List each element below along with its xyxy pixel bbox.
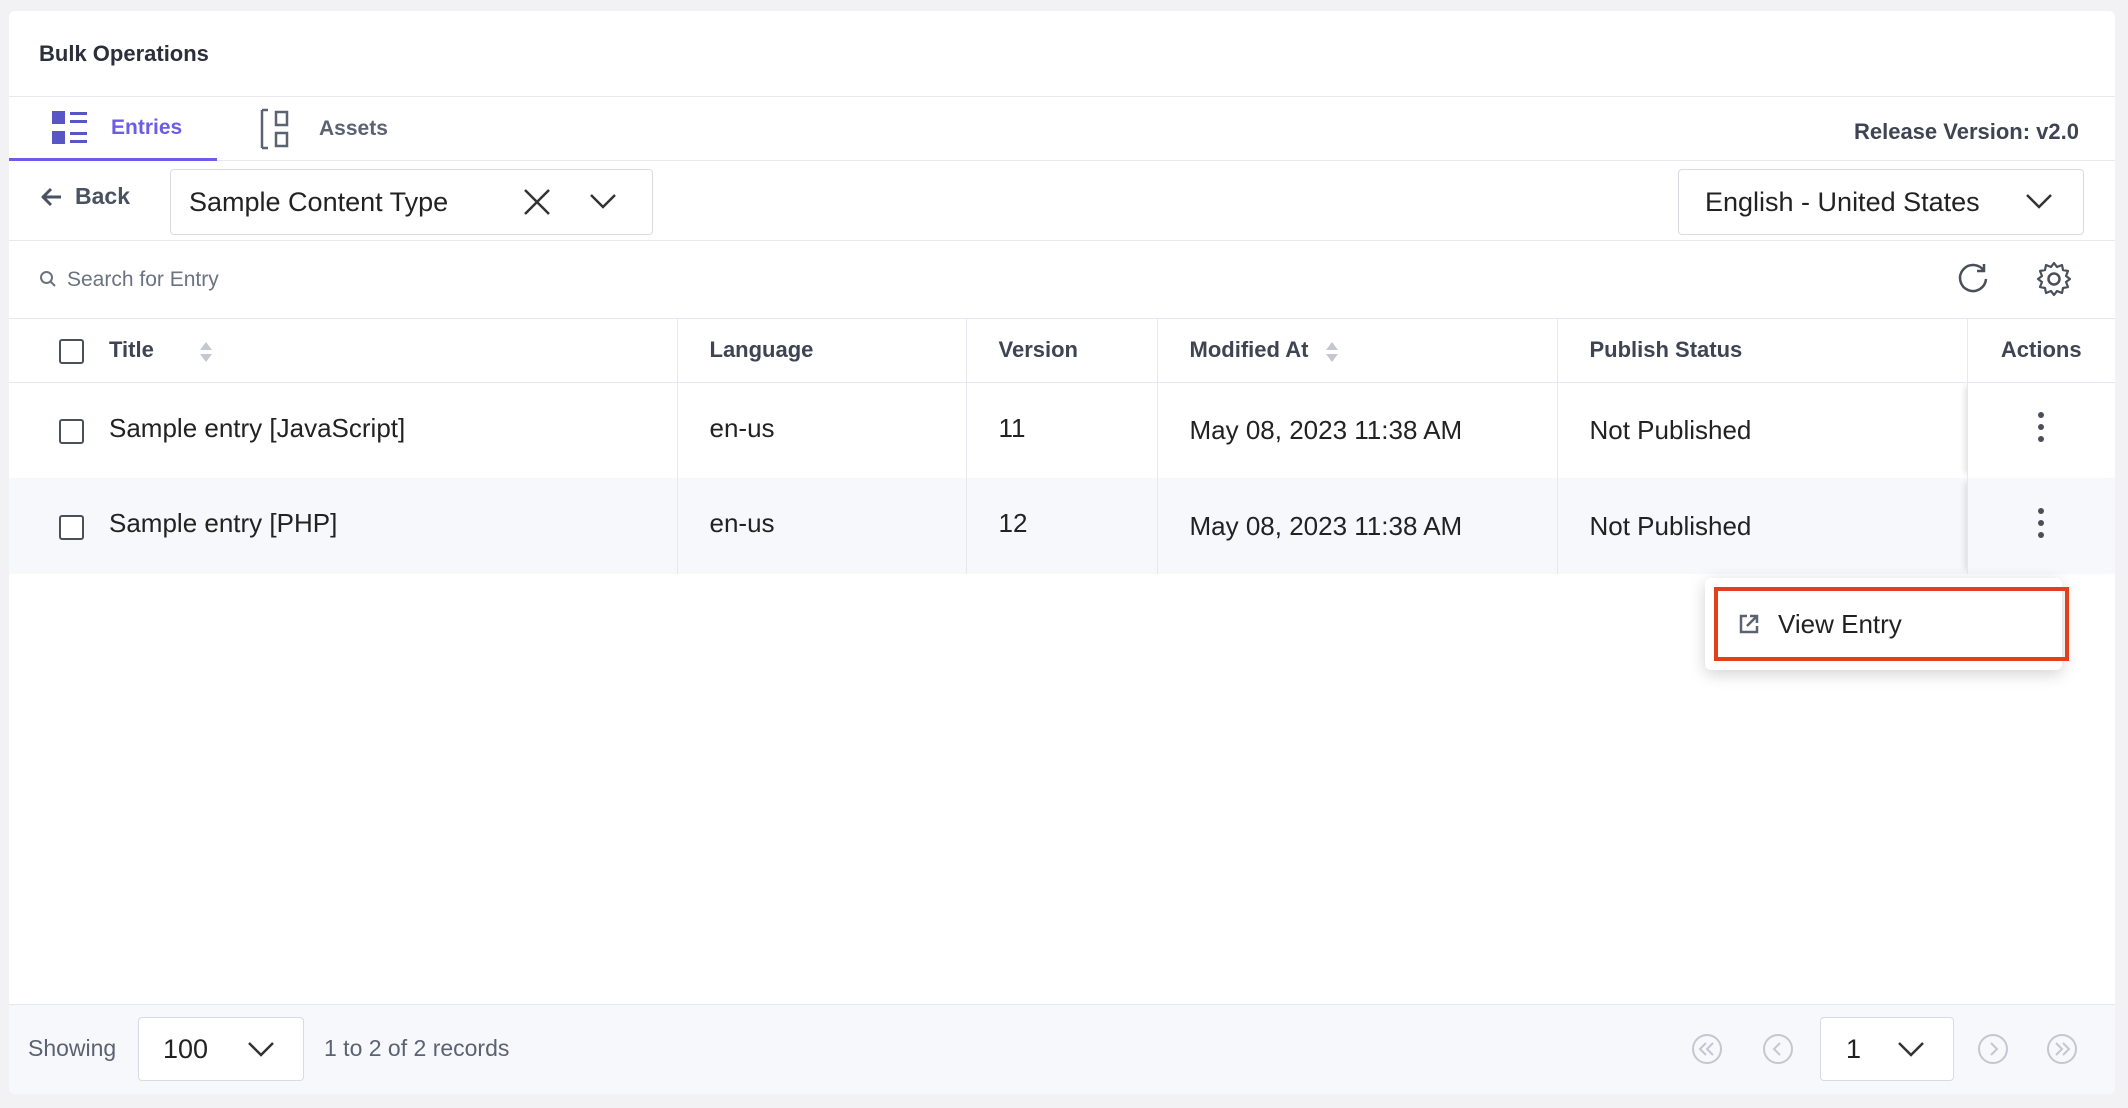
chevron-down-icon — [2026, 194, 2052, 209]
more-vertical-icon[interactable] — [2037, 411, 2045, 443]
showing-label: Showing — [28, 1035, 117, 1061]
locale-value: English - United States — [1705, 186, 1980, 217]
entries-table: Title Language Version Modified At Publi… — [9, 319, 2115, 574]
release-version: Release Version: v2.0 — [1853, 119, 2079, 144]
page-select-value: 1 — [1846, 1033, 1862, 1064]
page-title: Bulk Operations — [39, 40, 209, 66]
select-all-cell — [9, 319, 109, 383]
entry-version: 11 — [966, 382, 1158, 478]
next-page-icon[interactable] — [1977, 1033, 2009, 1065]
tabs-row: Entries Assets Release Version: v2.0 — [9, 97, 2115, 161]
entry-language: en-us — [677, 478, 967, 574]
pagination-footer: Showing 100 1 to 2 of 2 records 1 — [9, 1004, 2115, 1094]
entry-status: Not Published — [1557, 382, 1968, 478]
entry-version: 12 — [966, 478, 1158, 574]
bulk-operations-panel: Bulk Operations Entries Assets Release V… — [9, 11, 2115, 1094]
arrow-left-icon — [41, 187, 61, 206]
chevron-down-icon — [1898, 1042, 1924, 1057]
select-all-checkbox[interactable] — [59, 338, 84, 364]
entry-modified: May 08, 2023 11:38 AM — [1157, 478, 1558, 574]
tab-entries-label: Entries — [111, 115, 183, 139]
table-row: Sample entry [PHP] en-us 12 May 08, 2023… — [9, 478, 2115, 574]
entry-modified: May 08, 2023 11:38 AM — [1157, 382, 1558, 478]
list-grid-icon — [52, 110, 87, 144]
more-vertical-icon[interactable] — [2037, 507, 2045, 539]
row-checkbox[interactable] — [59, 515, 84, 541]
tab-assets-label: Assets — [319, 116, 388, 140]
entry-language: en-us — [677, 382, 967, 478]
table-header-row: Title Language Version Modified At Publi… — [9, 319, 2115, 383]
row-select-cell — [9, 478, 109, 574]
table-row: Sample entry [JavaScript] en-us 11 May 0… — [9, 382, 2115, 478]
content-type-value: Sample Content Type — [189, 186, 449, 217]
entry-status: Not Published — [1557, 478, 1968, 574]
page-select[interactable]: 1 — [1820, 1017, 1954, 1081]
entry-title[interactable]: Sample entry [PHP] — [109, 478, 678, 574]
chevron-down-icon[interactable] — [589, 192, 617, 210]
refresh-icon[interactable] — [1955, 261, 1991, 297]
column-header-modified: Modified At — [1157, 319, 1558, 383]
column-header-version: Version — [966, 319, 1158, 383]
title-bar: Bulk Operations — [9, 11, 2115, 97]
row-actions-menu: View Entry — [1705, 578, 2069, 670]
sort-icon[interactable] — [1325, 341, 1339, 363]
locale-select[interactable]: English - United States — [1678, 169, 2084, 235]
per-page-select[interactable]: 100 — [138, 1017, 304, 1081]
content-type-select[interactable]: Sample Content Type — [170, 169, 653, 235]
prev-page-icon[interactable] — [1762, 1033, 1794, 1065]
back-label: Back — [75, 183, 130, 209]
close-icon[interactable] — [523, 188, 551, 216]
chevron-down-icon — [248, 1042, 274, 1057]
search-row — [9, 241, 2115, 319]
back-button[interactable]: Back — [41, 183, 130, 210]
column-header-modified-label: Modified At — [1189, 337, 1309, 363]
row-actions-cell — [1967, 382, 2115, 478]
column-header-title: Title — [109, 319, 678, 383]
column-header-title-label: Title — [109, 337, 154, 363]
row-checkbox[interactable] — [59, 419, 84, 445]
column-header-language: Language — [677, 319, 967, 383]
records-count: 1 to 2 of 2 records — [324, 1035, 510, 1061]
search-icon — [40, 271, 56, 287]
assets-icon — [260, 108, 289, 149]
row-actions-cell — [1967, 478, 2115, 574]
first-page-icon[interactable] — [1691, 1033, 1723, 1065]
column-header-status: Publish Status — [1557, 319, 1968, 383]
tab-assets[interactable]: Assets — [259, 97, 388, 160]
search-input[interactable] — [67, 259, 967, 301]
gear-icon[interactable] — [2036, 261, 2072, 297]
external-link-icon — [1739, 614, 1759, 634]
tab-entries[interactable]: Entries — [9, 97, 217, 161]
view-entry-label: View Entry — [1778, 608, 1902, 639]
filter-row: Back Sample Content Type English - Unite… — [9, 161, 2115, 241]
entry-title[interactable]: Sample entry [JavaScript] — [109, 382, 678, 478]
per-page-value: 100 — [163, 1033, 209, 1064]
view-entry-menu-item[interactable]: View Entry — [1714, 587, 2069, 661]
sort-icon[interactable] — [199, 341, 213, 363]
row-select-cell — [9, 382, 109, 478]
column-header-actions: Actions — [1967, 319, 2115, 383]
last-page-icon[interactable] — [2046, 1033, 2078, 1065]
